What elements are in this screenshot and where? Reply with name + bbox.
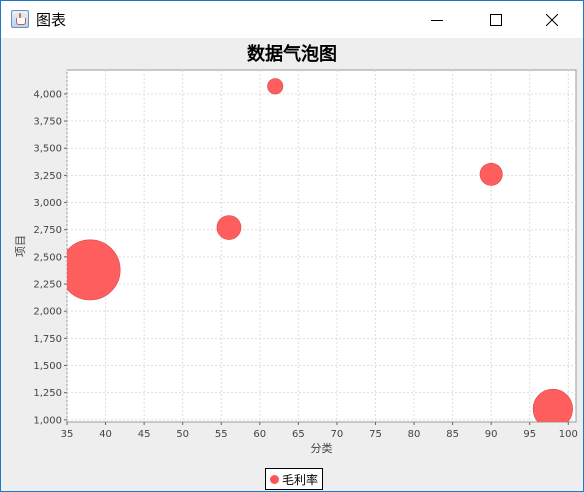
x-tick-label: 45 bbox=[138, 429, 151, 440]
y-tick-label: 4,000 bbox=[33, 89, 62, 100]
legend: 毛利率 bbox=[265, 468, 324, 490]
x-tick-label: 95 bbox=[523, 429, 536, 440]
maximize-icon bbox=[490, 13, 502, 26]
x-tick-label: 85 bbox=[446, 429, 459, 440]
x-tick-label: 80 bbox=[408, 429, 421, 440]
maximize-button[interactable] bbox=[473, 1, 519, 38]
x-tick-label: 40 bbox=[99, 429, 112, 440]
legend-marker bbox=[270, 474, 279, 484]
y-tick-label: 2,500 bbox=[33, 252, 62, 263]
java-cup-icon bbox=[11, 10, 29, 28]
x-tick-label: 35 bbox=[61, 429, 74, 440]
x-tick-label: 60 bbox=[253, 429, 266, 440]
x-tick-label: 55 bbox=[215, 429, 228, 440]
y-tick-label: 1,500 bbox=[33, 361, 62, 372]
app-window: 图表 数据气泡图 35 40 45 50 55 60 65 70 75 80 85 90 95 100 1,… bbox=[0, 0, 584, 492]
plot-background bbox=[66, 69, 577, 423]
bubble-point bbox=[267, 78, 284, 95]
y-tick-label: 3,750 bbox=[33, 117, 62, 128]
bubble-point bbox=[67, 239, 121, 301]
x-tick-label: 50 bbox=[176, 429, 189, 440]
close-icon bbox=[546, 13, 558, 26]
y-axis-label: 项目 bbox=[14, 235, 27, 257]
bubble-point bbox=[479, 162, 503, 186]
bubble-point bbox=[532, 388, 573, 422]
window-title: 图表 bbox=[36, 11, 67, 29]
bubble-chart: 35 40 45 50 55 60 65 70 75 80 85 90 95 100 1,000 1,250 1… bbox=[14, 69, 578, 455]
bubble-point bbox=[216, 215, 242, 240]
y-tick-label: 2,000 bbox=[33, 307, 62, 318]
x-tick-label: 100 bbox=[559, 429, 578, 440]
minimize-icon bbox=[431, 19, 443, 21]
y-tick-label: 1,250 bbox=[33, 388, 62, 399]
title-bar[interactable]: 图表 bbox=[1, 1, 583, 38]
minimize-button[interactable] bbox=[414, 1, 460, 38]
legend-label: 毛利率 bbox=[282, 472, 319, 487]
y-tick-label: 2,250 bbox=[33, 280, 62, 291]
close-button[interactable] bbox=[529, 1, 575, 38]
y-tick-label: 2,750 bbox=[33, 225, 62, 236]
y-tick-label: 1,750 bbox=[33, 334, 62, 345]
x-tick-label: 70 bbox=[331, 429, 344, 440]
x-axis-label: 分类 bbox=[311, 441, 333, 455]
x-tick-label: 65 bbox=[292, 429, 305, 440]
y-tick-label: 3,250 bbox=[33, 171, 62, 182]
x-tick-label: 90 bbox=[485, 429, 498, 440]
y-tick-label: 1,000 bbox=[33, 415, 62, 426]
y-tick-label: 3,000 bbox=[33, 198, 62, 209]
y-tick-label: 3,500 bbox=[33, 144, 62, 155]
x-tick-label: 75 bbox=[369, 429, 382, 440]
chart-panel: 数据气泡图 35 40 45 50 55 60 65 70 75 80 85 90 95 100 1,000… bbox=[1, 38, 583, 491]
